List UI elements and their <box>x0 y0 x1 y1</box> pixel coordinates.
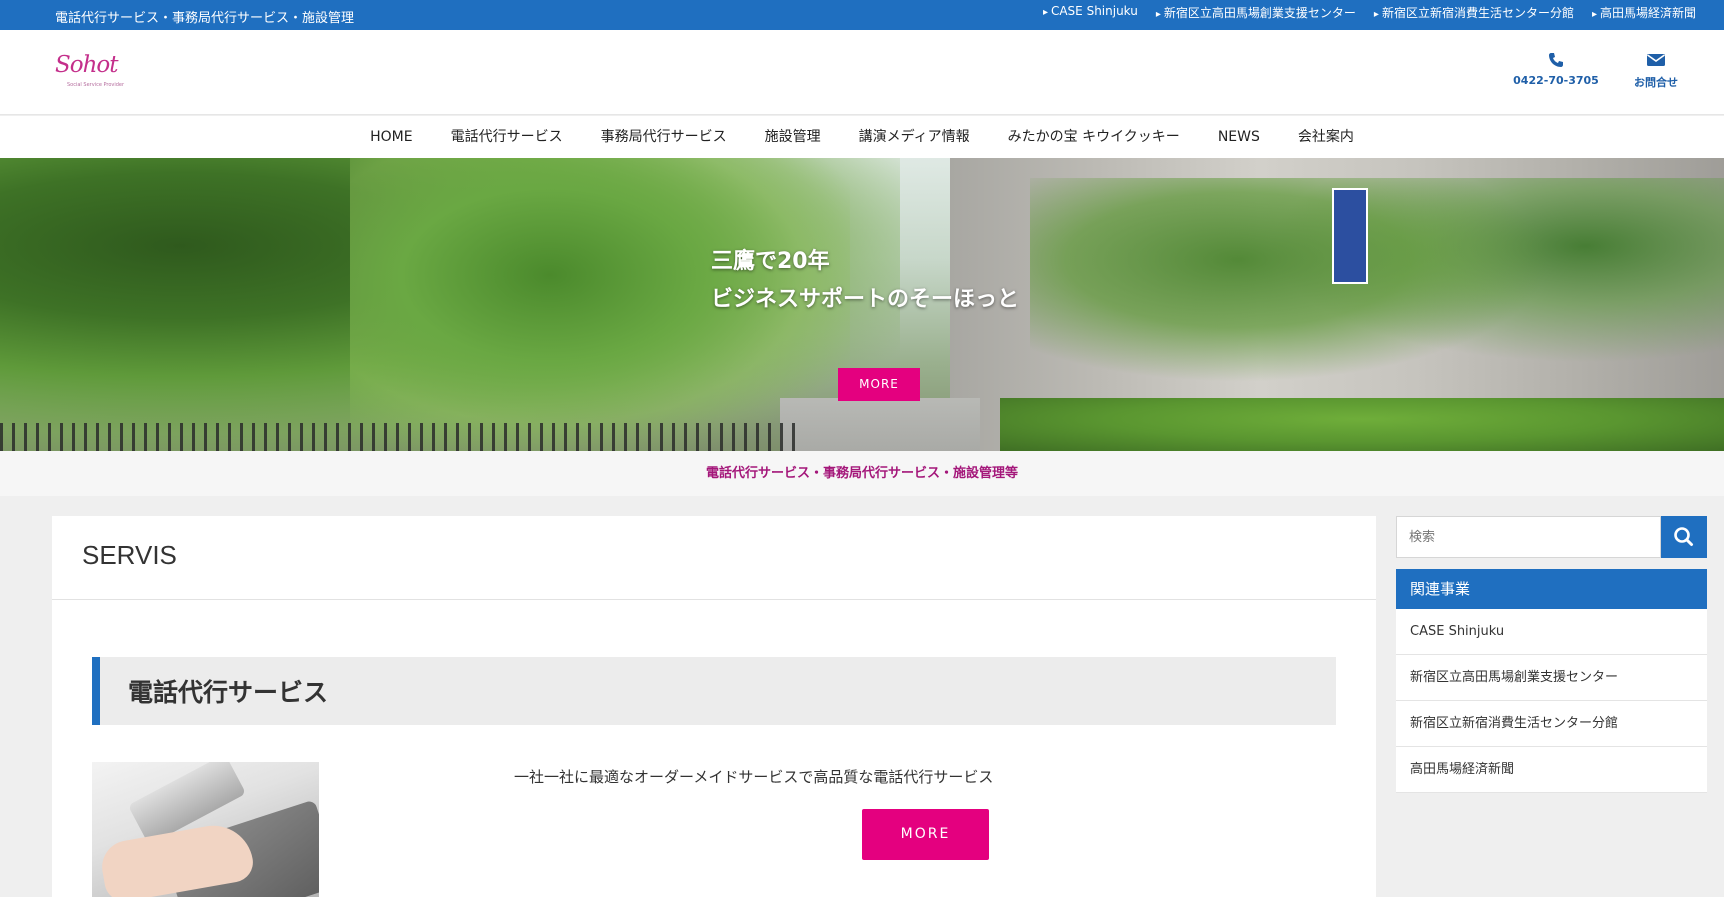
nav-kiwi-cookie[interactable]: みたかの宝 キウイクッキー <box>989 116 1199 158</box>
section-heading: 電話代行サービス <box>92 657 1336 725</box>
site-tagline: 電話代行サービス・事務局代行サービス・施設管理 <box>55 11 355 26</box>
logo-text: Sohot <box>55 52 119 78</box>
service-image <box>92 762 319 897</box>
nav-facility-management[interactable]: 施設管理 <box>746 116 840 158</box>
top-link-takadanobaba-center[interactable]: 新宿区立高田馬場創業支援センター <box>1156 4 1356 21</box>
top-links: CASE Shinjuku 新宿区立高田馬場創業支援センター 新宿区立新宿消費生… <box>1043 4 1696 21</box>
search-icon <box>1674 527 1693 546</box>
hero-bg-fence <box>0 423 800 451</box>
nav-company[interactable]: 会社案内 <box>1279 116 1373 158</box>
nav-lecture-media[interactable]: 講演メディア情報 <box>840 116 989 158</box>
page-title-bar: SERVIS <box>52 516 1376 600</box>
related-item-takadanobaba-news[interactable]: 高田馬場経済新聞 <box>1396 747 1707 793</box>
search-button[interactable] <box>1661 516 1707 558</box>
site-logo[interactable]: Sohot Social Service Provider <box>55 50 124 96</box>
logo-subtext: Social Service Provider <box>67 82 125 88</box>
nav-news[interactable]: NEWS <box>1199 116 1279 158</box>
top-link-case-shinjuku[interactable]: CASE Shinjuku <box>1043 4 1138 21</box>
section-title: 電話代行サービス <box>128 678 329 707</box>
page-title: SERVIS <box>82 540 177 570</box>
related-heading: 関連事業 <box>1396 569 1707 609</box>
top-bar: 電話代行サービス・事務局代行サービス・施設管理 CASE Shinjuku 新宿… <box>0 0 1724 30</box>
phone-number: 0422-70-3705 <box>1513 74 1599 87</box>
related-item-case-shinjuku[interactable]: CASE Shinjuku <box>1396 609 1707 655</box>
main-nav: HOME 電話代行サービス 事務局代行サービス 施設管理 講演メディア情報 みた… <box>0 116 1724 158</box>
hero-copy: 三鷹で20年 ビジネスサポートのそーほっと <box>711 243 1019 319</box>
hero-banner: 三鷹で20年 ビジネスサポートのそーほっと MORE <box>0 158 1724 451</box>
site-header: Sohot Social Service Provider 0422-70-37… <box>0 30 1724 115</box>
hero-bg-sign <box>1332 188 1368 284</box>
service-more-button[interactable]: MORE <box>862 809 989 860</box>
search-form <box>1396 516 1707 558</box>
hero-more-button[interactable]: MORE <box>838 368 920 401</box>
nav-home[interactable]: HOME <box>351 116 431 158</box>
related-item-takadanobaba-center[interactable]: 新宿区立高田馬場創業支援センター <box>1396 655 1707 701</box>
mail-icon <box>1647 54 1665 66</box>
hero-bg-road <box>780 398 980 451</box>
search-input[interactable] <box>1396 516 1661 558</box>
phone-icon <box>1549 53 1563 67</box>
nav-telephone-service[interactable]: 電話代行サービス <box>432 116 582 158</box>
service-description: 一社一社に最適なオーダーメイドサービスで高品質な電話代行サービス <box>514 768 994 786</box>
top-link-takadanobaba-news[interactable]: 高田馬場経済新聞 <box>1592 4 1696 21</box>
nav-secretariat-service[interactable]: 事務局代行サービス <box>582 116 746 158</box>
inquiry-contact[interactable]: お問合せ <box>1611 52 1701 90</box>
inquiry-label: お問合せ <box>1634 76 1678 89</box>
services-subtitle: 電話代行サービス・事務局代行サービス・施設管理等 <box>0 451 1724 496</box>
top-link-shinjuku-consumer-center[interactable]: 新宿区立新宿消費生活センター分館 <box>1374 4 1574 21</box>
hero-line-2: ビジネスサポートのそーほっと <box>711 287 1020 312</box>
related-business: 関連事業 CASE Shinjuku 新宿区立高田馬場創業支援センター 新宿区立… <box>1396 569 1707 793</box>
phone-contact[interactable]: 0422-70-3705 <box>1511 52 1601 87</box>
related-item-shinjuku-consumer-center[interactable]: 新宿区立新宿消費生活センター分館 <box>1396 701 1707 747</box>
hero-line-1: 三鷹で20年 <box>711 249 830 274</box>
main-content: SERVIS 電話代行サービス 一社一社に最適なオーダーメイドサービスで高品質な… <box>52 516 1376 897</box>
hero-bg-hedge <box>1000 398 1724 451</box>
